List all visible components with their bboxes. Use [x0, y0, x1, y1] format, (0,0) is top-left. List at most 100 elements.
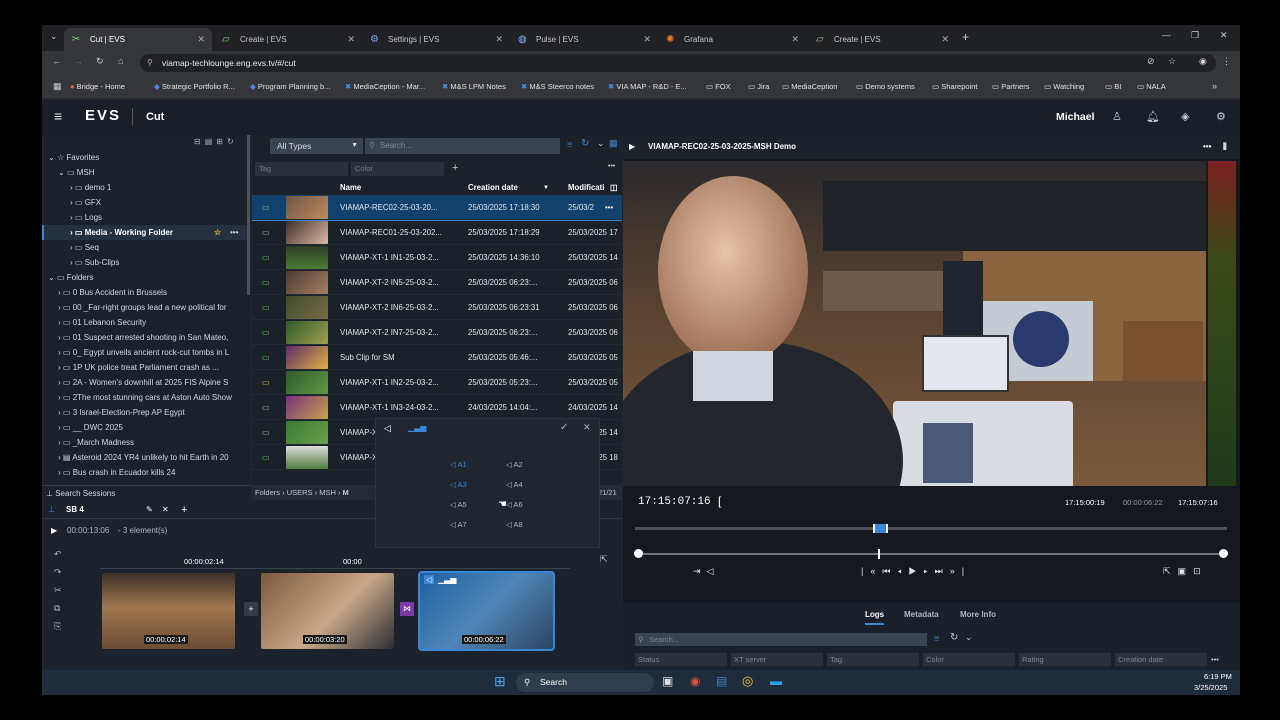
bookmark-folder[interactable]: ▭ Jira: [748, 75, 769, 99]
bookmark-folder[interactable]: ▭ BI: [1105, 75, 1121, 99]
table-row[interactable]: ▭ VIAMAP-XT-1 IN3-24-03-2... 24/03/2025 14…: [252, 395, 622, 420]
collapse-all-icon[interactable]: ⊟: [194, 137, 205, 146]
rewind-icon[interactable]: «: [870, 566, 882, 576]
tree-favorite-item[interactable]: › ▭ Sub-Clips: [42, 255, 250, 270]
refresh-icon[interactable]: ↻: [581, 138, 589, 149]
tab-logs[interactable]: Logs: [865, 607, 885, 625]
add-transition-icon[interactable]: +: [244, 602, 258, 616]
tree-folder-item[interactable]: › ▭ 1P UK police treat Parliament crash …: [42, 360, 250, 375]
columns-icon[interactable]: ◫: [610, 181, 617, 195]
powerpoint-icon[interactable]: ◉: [690, 674, 700, 688]
table-row[interactable]: ▭ VIAMAP-XT-2 IN5-25-03-2... 25/03/2025 06…: [252, 270, 622, 295]
task-view-icon[interactable]: ▣: [662, 674, 673, 688]
app-icon[interactable]: ▬: [770, 674, 782, 688]
tree-favorite-item-selected[interactable]: › ▭ Media - Working Folder ☆ •••: [42, 225, 250, 240]
type-filter-select[interactable]: All Types ▼: [270, 138, 363, 154]
audio-channel-a7[interactable]: ◁ A7: [450, 520, 467, 529]
tree-folder-item[interactable]: › ▭ __ DWC 2025: [42, 420, 250, 435]
target-icon[interactable]: ◈: [1181, 110, 1189, 123]
bookmark[interactable]: ✖ VIA MAP - R&D - E...: [608, 75, 687, 99]
goto-start-icon[interactable]: ⏮: [882, 566, 897, 576]
sort-desc-icon[interactable]: ▼: [543, 181, 549, 195]
chrome-icon[interactable]: ◎: [742, 673, 753, 689]
tab-grafana[interactable]: ✺ Grafana ✕: [658, 28, 806, 51]
save-icon[interactable]: ▣: [1178, 566, 1194, 576]
bookmark-folder[interactable]: ▭ MediaCeption: [782, 75, 837, 99]
undo-icon[interactable]: ↶: [54, 545, 62, 563]
chevron-down-icon[interactable]: ⌄: [965, 632, 973, 643]
restore-icon[interactable]: ❐: [1191, 30, 1199, 41]
search-sessions-header[interactable]: ⊥ Search Sessions: [42, 487, 250, 501]
new-tab-icon[interactable]: +: [962, 30, 969, 44]
tree-folder-item[interactable]: › ▭ 0_ Egypt unveils ancient rock-cut to…: [42, 345, 250, 360]
copy-icon[interactable]: ⧉: [54, 599, 62, 617]
sliders-icon[interactable]: ⫼: [1223, 135, 1227, 159]
step-back-icon[interactable]: ◂: [897, 566, 908, 576]
audio-channel-a6[interactable]: ◁ A6: [506, 500, 523, 509]
tree-favorite-item[interactable]: › ▭ Logs: [42, 210, 250, 225]
export-icon[interactable]: ⇱: [600, 554, 608, 565]
close-icon[interactable]: ✕: [495, 28, 503, 51]
gear-icon[interactable]: ⚙: [1216, 110, 1226, 123]
export-icon[interactable]: ⇱: [1163, 566, 1178, 576]
tab-search-icon[interactable]: ⌄: [50, 31, 58, 42]
playhead[interactable]: [878, 549, 881, 559]
back-icon[interactable]: ←: [52, 56, 61, 66]
add-tab-icon[interactable]: +: [181, 502, 187, 518]
tab-pulse-evs[interactable]: ◍ Pulse | EVS ✕: [510, 28, 658, 51]
tree-folder-item[interactable]: › ▭ Bus crash in Ecuador kills 24: [42, 465, 250, 480]
tree-folder-item[interactable]: › ▭ 3 Israel-Election-Prep AP Egypt: [42, 405, 250, 420]
bookmark[interactable]: ◆ Strategic Portfolio R...: [154, 75, 235, 99]
bookmark[interactable]: ✖ MediaCeption - Mar...: [345, 75, 425, 99]
tree-folder-item[interactable]: › ▭ 01 Suspect arrested shooting in San …: [42, 330, 250, 345]
audio-channel-a8[interactable]: ◁ A8: [506, 520, 523, 529]
eye-off-icon[interactable]: ⊘: [1147, 56, 1155, 67]
zoom-track[interactable]: [635, 527, 1227, 530]
close-icon[interactable]: ✕: [791, 28, 799, 51]
bookmark-folder[interactable]: ▭ Partners: [992, 75, 1030, 99]
table-row[interactable]: ▭ VIAMAP-XT-1 IN2-25-03-2... 25/03/2025 05…: [252, 370, 622, 395]
search-input[interactable]: ⚲ Search...: [365, 138, 560, 154]
column-modified[interactable]: Modificati: [568, 181, 604, 195]
tree-folder-item[interactable]: › ▭ _March Madness: [42, 435, 250, 450]
bookmark-folder[interactable]: ▭ Demo systems: [856, 75, 915, 99]
transition-icon[interactable]: ⋈: [400, 602, 414, 616]
profile-icon[interactable]: ◉: [1199, 56, 1207, 67]
refresh-icon[interactable]: ↻: [950, 632, 958, 643]
bookmark[interactable]: ● Bridge - Home: [70, 75, 125, 99]
step-forward-icon[interactable]: ▸: [924, 566, 935, 576]
star-icon[interactable]: ☆: [214, 225, 221, 240]
list-icon[interactable]: ▤: [205, 137, 217, 146]
column-created[interactable]: Creation date: [468, 181, 518, 195]
tree-folder-item[interactable]: › ▭ 0 Bus Accident in Brussels: [42, 285, 250, 300]
tree-folder-item[interactable]: › ▤ Asteroid 2024 YR4 unlikely to hit Ea…: [42, 450, 250, 465]
close-icon[interactable]: ✕: [583, 422, 591, 433]
chevron-down-icon[interactable]: ⌄: [597, 138, 605, 149]
scrub-bar[interactable]: [638, 549, 1224, 559]
tree-folder-item[interactable]: › ▭ 2A - Women's downhill at 2025 FIS Al…: [42, 375, 250, 390]
filter-icon[interactable]: ⩸: [934, 633, 939, 644]
audio-channel-a2[interactable]: ◁ A2: [506, 460, 523, 469]
tab-cut-evs[interactable]: ✂ Cut | EVS ✕: [64, 28, 212, 51]
bookmark-folder[interactable]: ▭ FOX: [706, 75, 731, 99]
mark-in-icon[interactable]: |: [861, 566, 870, 576]
close-icon[interactable]: ✕: [941, 28, 949, 51]
play-icon[interactable]: ▶: [51, 524, 57, 538]
timeline-clip[interactable]: 00:00:03:20: [261, 573, 394, 649]
user-icon[interactable]: ♙: [1112, 110, 1122, 123]
table-row[interactable]: ▭ VIAMAP-XT-1 IN1-25-03-2... 25/03/2025 14…: [252, 245, 622, 270]
more-icon[interactable]: •••: [230, 225, 238, 240]
goto-end-icon[interactable]: ⏭: [935, 566, 950, 576]
forward-icon[interactable]: →: [74, 56, 83, 66]
minimize-icon[interactable]: —: [1162, 30, 1171, 40]
more-icon[interactable]: •••: [1203, 135, 1211, 159]
add-folder-icon[interactable]: ⊞: [216, 137, 227, 146]
tab-more-info[interactable]: More Info: [960, 607, 996, 623]
paste-icon[interactable]: ⎘: [54, 617, 62, 635]
redo-icon[interactable]: ↷: [54, 563, 62, 581]
table-row[interactable]: ▭ VIAMAP-REC02-25-03-20... 25/03/2025 17:1…: [252, 195, 622, 221]
close-icon[interactable]: ✕: [643, 28, 651, 51]
tree-folder-item[interactable]: › ▭ 01 Lebanon Security: [42, 315, 250, 330]
bookmark-folder[interactable]: ▭ Watching: [1044, 75, 1084, 99]
menu-kebab-icon[interactable]: ⋮: [1222, 56, 1231, 67]
